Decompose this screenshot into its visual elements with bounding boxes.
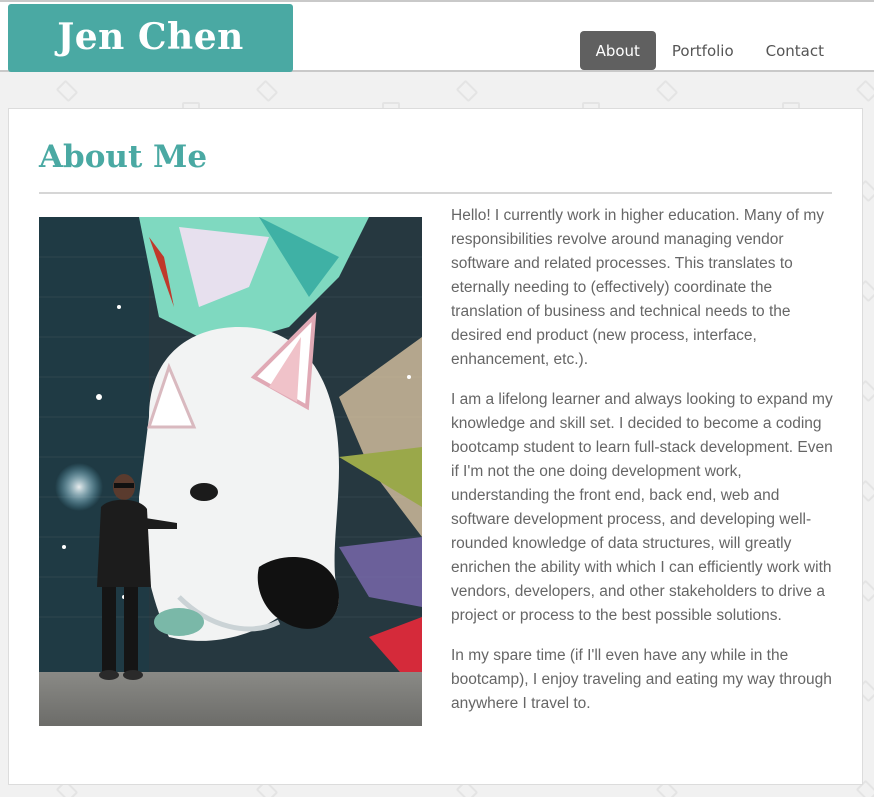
pattern-tile <box>55 79 79 103</box>
nav-item-portfolio[interactable]: Portfolio <box>656 31 750 70</box>
title-divider <box>39 192 832 194</box>
main-nav: About Portfolio Contact <box>579 31 840 70</box>
bio-text: Hello! I currently work in higher educat… <box>451 204 836 732</box>
profile-photo <box>39 217 422 726</box>
nav-item-contact[interactable]: Contact <box>750 31 840 70</box>
pattern-tile <box>255 79 279 103</box>
pattern-tile <box>855 79 874 103</box>
page-title: About Me <box>39 139 208 175</box>
pattern-tile <box>455 79 479 103</box>
brand-logo[interactable]: Jen Chen <box>8 4 293 72</box>
about-card: About Me Hello! I currently work in high… <box>8 108 863 785</box>
brand-name: Jen Chen <box>57 16 244 58</box>
nav-item-about[interactable]: About <box>579 31 656 70</box>
bio-paragraph-1: Hello! I currently work in higher educat… <box>451 207 825 368</box>
site-header: Jen Chen About Portfolio Contact <box>0 0 874 72</box>
bio-paragraph-2: I am a lifelong learner and always looki… <box>451 391 833 624</box>
pattern-tile <box>655 79 679 103</box>
mural-photo-illustration <box>39 217 422 726</box>
bio-paragraph-3: In my spare time (if I'll even have any … <box>451 647 832 712</box>
